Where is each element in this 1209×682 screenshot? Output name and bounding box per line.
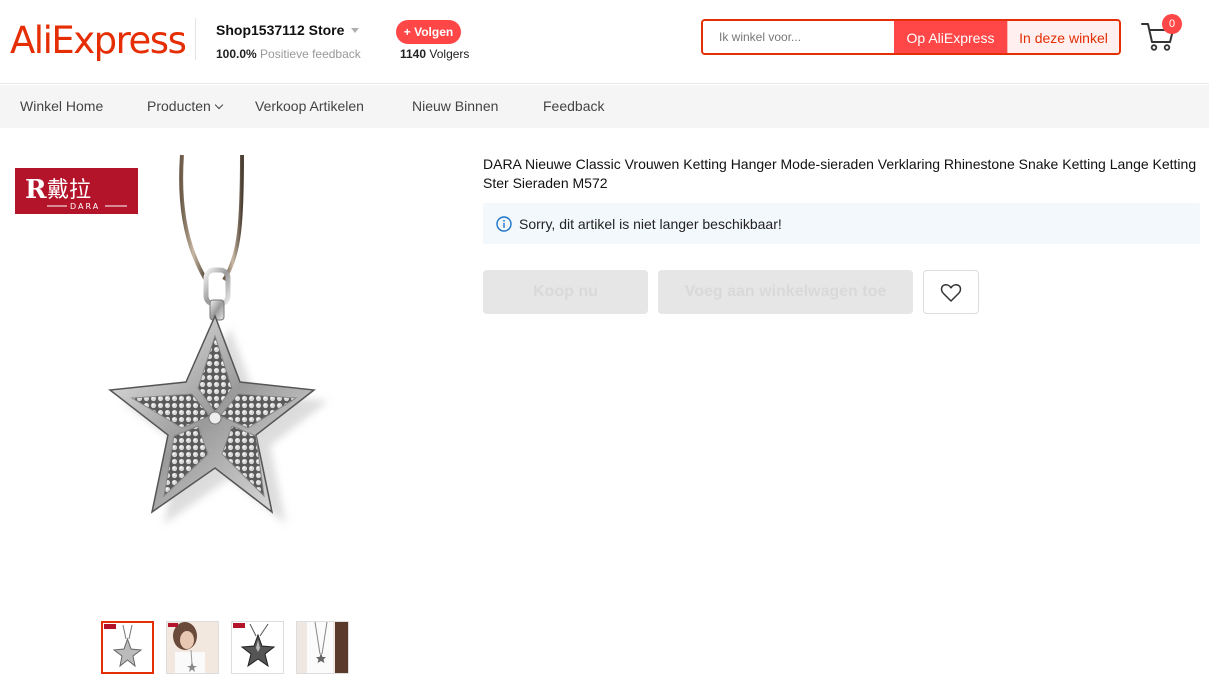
store-feedback: 100.0% Positieve feedback xyxy=(216,47,361,61)
thumbnail-4[interactable] xyxy=(296,621,349,674)
nav-item-verkoop-artikelen[interactable]: Verkoop Artikelen xyxy=(255,98,364,114)
dara-brand-logo: R 戴拉 DARA xyxy=(15,168,138,214)
thumbnail-strip xyxy=(101,621,349,674)
search-aliexpress-button[interactable]: Op AliExpress xyxy=(894,21,1007,53)
add-to-cart-button[interactable]: Voeg aan winkelwagen toe xyxy=(658,270,913,314)
thumbnail-2[interactable] xyxy=(166,621,219,674)
feedback-percent: 100.0% xyxy=(216,47,257,61)
feedback-label: Positieve feedback xyxy=(260,47,361,61)
search-store-button[interactable]: In deze winkel xyxy=(1007,21,1119,53)
brand-badge-chinese: 戴拉 xyxy=(47,178,91,203)
unavailable-notice: Sorry, dit artikel is niet langer beschi… xyxy=(483,203,1200,244)
nav-item-nieuw-binnen[interactable]: Nieuw Binnen xyxy=(412,98,498,114)
product-title: DARA Nieuwe Classic Vrouwen Ketting Hang… xyxy=(483,156,1197,191)
thumbnail-3[interactable] xyxy=(231,621,284,674)
svg-text:R: R xyxy=(25,175,47,205)
nav-item-producten[interactable]: Producten xyxy=(147,98,224,114)
buy-now-button[interactable]: Koop nu xyxy=(483,270,648,314)
search-bar: Op AliExpress In deze winkel xyxy=(701,19,1121,55)
header-divider xyxy=(195,18,196,60)
follow-button[interactable]: + Volgen xyxy=(396,20,461,44)
star-pendant-thumbnail-icon xyxy=(104,624,143,668)
model-long-necklace-thumbnail-icon xyxy=(297,622,348,673)
cart-count-badge: 0 xyxy=(1162,14,1182,34)
brand-badge-latin: DARA xyxy=(70,202,100,211)
aliexpress-logo[interactable]: AliExpress xyxy=(10,19,187,62)
info-icon xyxy=(496,216,512,232)
followers-label: Volgers xyxy=(429,47,470,61)
nav-item-winkel-home[interactable]: Winkel Home xyxy=(20,98,103,114)
nav-item-feedback[interactable]: Feedback xyxy=(543,98,604,114)
chevron-down-icon xyxy=(214,100,224,110)
nav-item-producten-label: Producten xyxy=(147,98,211,114)
wishlist-button[interactable] xyxy=(923,270,979,314)
star-pendant-dark-thumbnail-icon xyxy=(233,623,276,668)
heart-icon xyxy=(940,284,962,302)
model-thumbnail-icon xyxy=(167,622,218,673)
store-nav: Winkel Home Producten Verkoop Artikelen … xyxy=(0,85,1209,128)
store-dropdown-caret-icon[interactable] xyxy=(351,28,359,33)
store-name[interactable]: Shop1537112 Store xyxy=(216,22,344,38)
search-input[interactable] xyxy=(703,21,894,53)
store-header: AliExpress Shop1537112 Store 100.0% Posi… xyxy=(0,0,1209,84)
followers-count: 1140 Volgers xyxy=(400,47,469,61)
notice-text: Sorry, dit artikel is niet langer beschi… xyxy=(519,216,782,232)
thumbnail-1[interactable] xyxy=(101,621,154,674)
followers-number: 1140 xyxy=(400,47,427,61)
